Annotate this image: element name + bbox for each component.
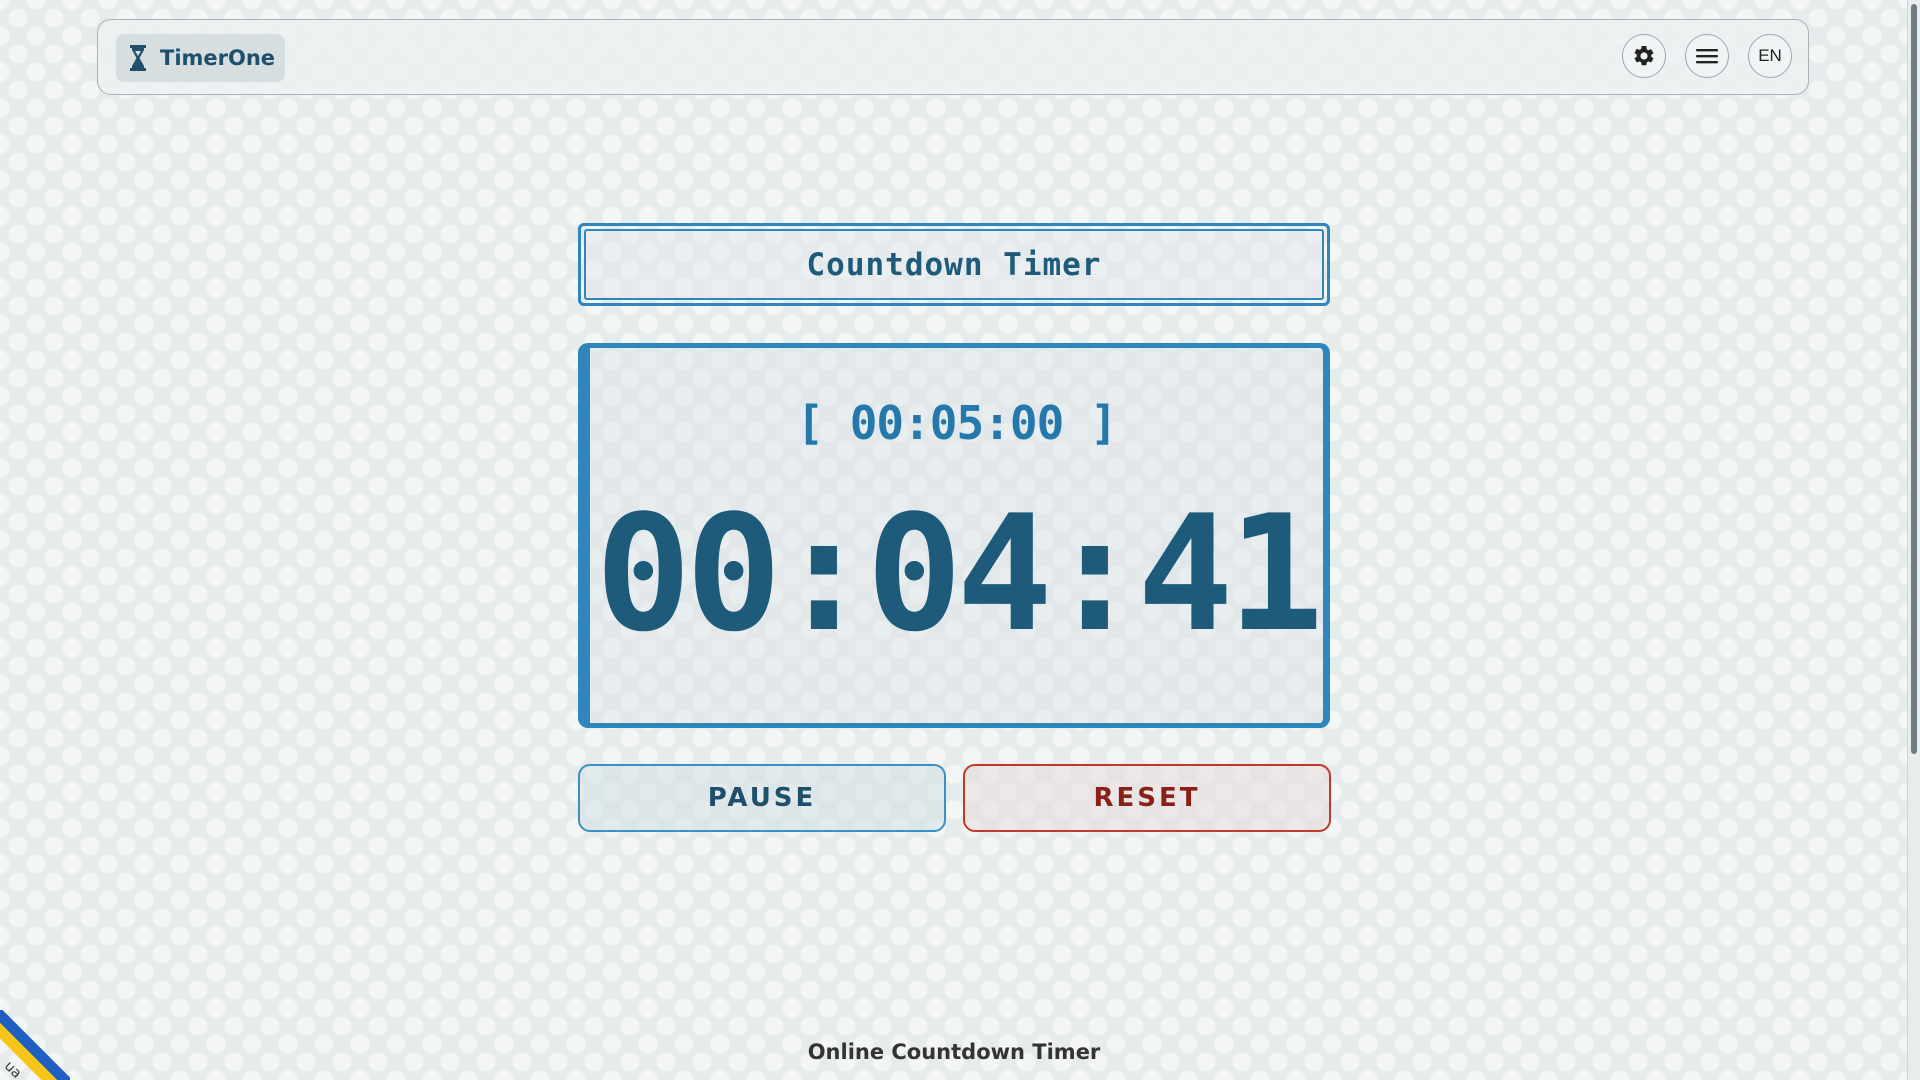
menu-button[interactable] [1685,34,1729,78]
target-duration: [ 00:05:00 ] [796,396,1117,450]
vertical-scrollbar[interactable] [1907,0,1920,1080]
footer-caption: Online Countdown Timer [807,1040,1101,1064]
timer-title-inner: Countdown Timer [584,229,1324,300]
corner-ribbon[interactable]: ua [0,1010,70,1080]
ribbon-label: ua [0,1058,25,1080]
hamburger-menu-icon [1696,49,1718,64]
scrollbar-thumb[interactable] [1911,4,1917,754]
timer-display-panel: [ 00:05:00 ] 00:04:41 [578,343,1330,728]
brand-logo-link[interactable]: TimerOne [116,34,286,82]
hourglass-icon [130,45,146,71]
pause-button[interactable]: PAUSE [578,764,946,832]
remaining-time-display: 00:04:41 [595,480,1324,667]
page: TimerOne EN Countdown Timer [ 00:05:00 ]… [0,0,1908,1080]
timer-title-box: Countdown Timer [578,223,1330,306]
settings-button[interactable] [1622,34,1666,78]
gear-icon [1634,45,1654,66]
reset-button[interactable]: RESET [963,764,1331,832]
brand-name: TimerOne [160,46,276,70]
top-navigation-bar: TimerOne EN [97,19,1809,95]
language-selector-button[interactable]: EN [1748,34,1792,78]
page-title: Countdown Timer [806,246,1102,283]
